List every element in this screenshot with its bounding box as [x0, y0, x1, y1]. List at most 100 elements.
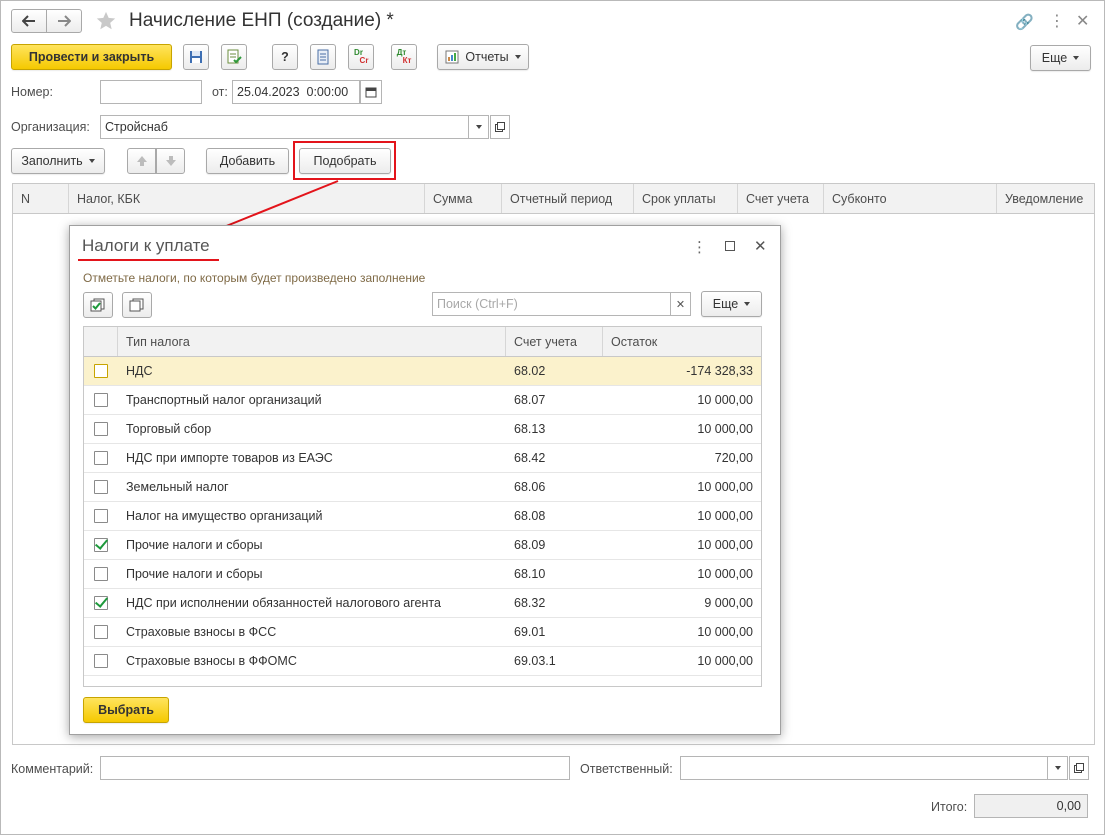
account-cell: 69.01	[514, 625, 546, 639]
account-cell: 68.08	[514, 509, 546, 523]
search-input[interactable]: Поиск (Ctrl+F)	[432, 292, 671, 316]
dr-cr-button[interactable]: Dr Cr	[348, 44, 374, 70]
dialog-hint: Отметьте налоги, по которым будет произв…	[83, 271, 426, 285]
account-cell: 68.13	[514, 422, 546, 436]
more-label: Еще	[1041, 51, 1068, 65]
col-account[interactable]: Счет учета	[506, 327, 603, 356]
row-checkbox[interactable]	[94, 364, 108, 378]
row-checkbox-cell[interactable]	[84, 567, 118, 581]
table-row[interactable]: НДС 68.02 -174 328,33	[84, 357, 761, 386]
arrow-right-icon	[58, 15, 71, 27]
dialog-more-icon[interactable]: ⋮	[692, 238, 707, 256]
chevron-down-icon	[1054, 766, 1061, 770]
forward-button[interactable]	[46, 9, 82, 33]
row-checkbox[interactable]	[94, 451, 108, 465]
chevron-down-icon	[514, 55, 521, 59]
tax-type-cell: Торговый сбор	[126, 422, 212, 436]
move-down-button[interactable]	[156, 148, 185, 174]
account-cell: 68.10	[514, 567, 546, 581]
col-account[interactable]: Счет учета	[738, 184, 824, 213]
close-icon[interactable]: ✕	[1076, 11, 1089, 31]
row-checkbox-cell[interactable]	[84, 596, 118, 610]
row-checkbox-cell[interactable]	[84, 509, 118, 523]
responsible-open-button[interactable]	[1069, 756, 1089, 780]
col-n[interactable]: N	[13, 184, 69, 213]
row-checkbox[interactable]	[94, 393, 108, 407]
row-checkbox[interactable]	[94, 538, 108, 552]
check-all-button[interactable]	[83, 292, 113, 318]
row-checkbox-cell[interactable]	[84, 364, 118, 378]
fill-button[interactable]: Заполнить	[11, 148, 105, 174]
number-label: Номер:	[11, 85, 53, 99]
row-checkbox-cell[interactable]	[84, 451, 118, 465]
table-row[interactable]: НДС при импорте товаров из ЕАЭС 68.42 720,…	[84, 444, 761, 473]
add-button[interactable]: Добавить	[206, 148, 289, 174]
row-checkbox[interactable]	[94, 567, 108, 581]
row-checkbox-cell[interactable]	[84, 393, 118, 407]
select-button[interactable]: Выбрать	[83, 697, 169, 723]
arrow-left-icon	[22, 15, 35, 27]
table-row[interactable]: Транспортный налог организаций 68.07 10 00…	[84, 386, 761, 415]
save-button[interactable]	[183, 44, 209, 70]
table-row[interactable]: Прочие налоги и сборы 68.10 10 000,00	[84, 560, 761, 589]
journal-button[interactable]	[310, 44, 336, 70]
row-checkbox[interactable]	[94, 654, 108, 668]
row-checkbox-cell[interactable]	[84, 480, 118, 494]
table-row[interactable]: Страховые взносы в ФСС 69.01 10 000,00	[84, 618, 761, 647]
col-sum[interactable]: Сумма	[425, 184, 502, 213]
row-checkbox[interactable]	[94, 625, 108, 639]
maximize-icon[interactable]	[725, 241, 735, 251]
table-row[interactable]: НДС при исполнении обязанностей налогово…	[84, 589, 761, 618]
table-row[interactable]: Страховые взносы в ФФОМС 69.03.1 10 000,00	[84, 647, 761, 676]
row-checkbox-cell[interactable]	[84, 654, 118, 668]
table-row[interactable]: Торговый сбор 68.13 10 000,00	[84, 415, 761, 444]
dt-kt-button[interactable]: Дт Кт	[391, 44, 417, 70]
col-balance[interactable]: Остаток	[603, 327, 761, 356]
row-checkbox-cell[interactable]	[84, 625, 118, 639]
table-row[interactable]: Налог на имущество организаций 68.08 10 00…	[84, 502, 761, 531]
org-dropdown-button[interactable]	[468, 115, 489, 139]
arrow-down-icon	[165, 156, 176, 166]
reports-button[interactable]: Отчеты	[437, 44, 529, 70]
row-checkbox-cell[interactable]	[84, 538, 118, 552]
search-clear-button[interactable]: ✕	[670, 292, 691, 316]
number-field[interactable]	[100, 80, 202, 104]
col-subconto[interactable]: Субконто	[824, 184, 997, 213]
account-cell: 69.03.1	[514, 654, 556, 668]
calendar-button[interactable]	[360, 80, 382, 104]
post-button[interactable]	[221, 44, 247, 70]
more-vert-icon[interactable]: ⋮	[1049, 11, 1065, 31]
back-button[interactable]	[11, 9, 47, 33]
total-label: Итого:	[931, 800, 968, 814]
responsible-field[interactable]	[680, 756, 1048, 780]
comment-field[interactable]	[100, 756, 570, 780]
row-checkbox[interactable]	[94, 422, 108, 436]
more-button[interactable]: Еще	[1030, 45, 1091, 71]
org-field[interactable]: Стройснаб	[100, 115, 469, 139]
date-field[interactable]: 25.04.2023 0:00:00	[232, 80, 360, 104]
row-checkbox[interactable]	[94, 480, 108, 494]
uncheck-all-button[interactable]	[122, 292, 152, 318]
col-due[interactable]: Срок уплаты	[634, 184, 738, 213]
dialog-more-button[interactable]: Еще	[701, 291, 762, 317]
star-icon[interactable]	[95, 10, 117, 35]
tax-type-cell: Прочие налоги и сборы	[126, 567, 263, 581]
table-row[interactable]: Земельный налог 68.06 10 000,00	[84, 473, 761, 502]
org-open-button[interactable]	[490, 115, 510, 139]
help-button[interactable]: ?	[272, 44, 298, 70]
tax-type-cell: Налог на имущество организаций	[126, 509, 323, 523]
responsible-dropdown-button[interactable]	[1047, 756, 1068, 780]
table-row[interactable]: Прочие налоги и сборы 68.09 10 000,00	[84, 531, 761, 560]
col-period[interactable]: Отчетный период	[502, 184, 634, 213]
dialog-close-icon[interactable]: ✕	[754, 237, 767, 255]
col-tax-type[interactable]: Тип налога	[118, 327, 506, 356]
row-checkbox-cell[interactable]	[84, 422, 118, 436]
link-icon[interactable]: 🔗	[1015, 13, 1034, 31]
dialog-more-label: Еще	[712, 297, 739, 311]
row-checkbox[interactable]	[94, 596, 108, 610]
post-close-button[interactable]: Провести и закрыть	[11, 44, 172, 70]
move-up-button[interactable]	[127, 148, 156, 174]
col-notice[interactable]: Уведомление	[997, 184, 1094, 213]
cr-label: Cr	[359, 56, 369, 65]
row-checkbox[interactable]	[94, 509, 108, 523]
